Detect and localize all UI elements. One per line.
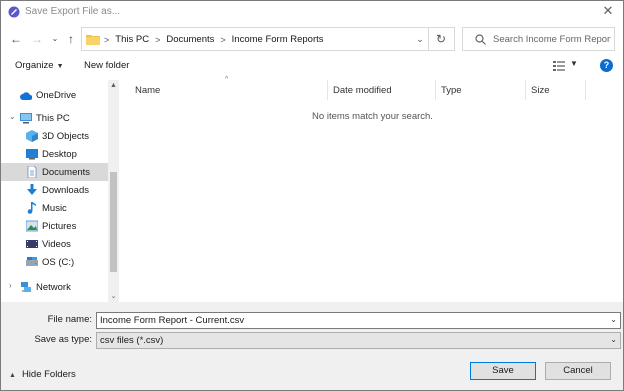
- sidebar-item-label: Network: [36, 282, 71, 293]
- sidebar-item-downloads[interactable]: Downloads: [1, 181, 108, 199]
- sidebar-item-label: Documents: [42, 167, 91, 178]
- sort-ascending-icon: ^: [225, 76, 229, 83]
- sidebar-item-label: OneDrive: [36, 90, 77, 101]
- save-form: File name: ⌄ Save as type: csv files (*.…: [1, 302, 623, 390]
- sidebar-item-label: Downloads: [42, 185, 89, 196]
- file-name-field[interactable]: [100, 314, 600, 327]
- empty-message: No items match your search.: [312, 111, 433, 122]
- sidebar-item-os-c[interactable]: OS (C:): [1, 253, 108, 271]
- sidebar-item-this-pc[interactable]: ⌄ This PC: [1, 109, 108, 127]
- new-folder-button[interactable]: New folder: [84, 60, 129, 71]
- close-icon[interactable]: ✕: [601, 4, 615, 18]
- sidebar-item-label: Pictures: [42, 221, 77, 232]
- sidebar-item-music[interactable]: Music: [1, 199, 108, 217]
- sidebar-item-pictures[interactable]: Pictures: [1, 217, 108, 235]
- refresh-icon[interactable]: ↻: [428, 28, 453, 50]
- chevron-down-icon[interactable]: ⌄: [414, 33, 426, 45]
- save-as-type-label: Save as type:: [34, 334, 92, 345]
- scroll-up-arrow-icon[interactable]: ▲: [108, 82, 119, 89]
- search-icon: [475, 34, 486, 45]
- save-dialog: Save Export File as... ✕ ← → ⌄ ↑ > This …: [0, 0, 624, 391]
- navigation-bar: ← → ⌄ ↑ > This PC > Documents > Income F…: [1, 27, 623, 53]
- collapse-arrow-icon: ▲: [9, 372, 16, 379]
- network-icon: [21, 282, 31, 292]
- organize-label: Organize: [15, 60, 54, 71]
- app-icon: [8, 6, 20, 18]
- sidebar-item-network[interactable]: › Network: [1, 278, 108, 296]
- cube-icon: [26, 130, 38, 142]
- chevron-down-icon[interactable]: ⌄: [610, 315, 617, 324]
- video-icon: [26, 240, 38, 248]
- back-arrow-icon[interactable]: ←: [9, 32, 23, 46]
- sidebar-item-label: Desktop: [42, 149, 77, 160]
- sidebar-item-onedrive[interactable]: OneDrive: [1, 86, 108, 104]
- view-dropdown-arrow-icon[interactable]: ▼: [570, 59, 578, 68]
- sidebar-item-label: OS (C:): [42, 257, 75, 268]
- column-header-label: Type: [441, 85, 462, 96]
- download-icon: [27, 184, 37, 195]
- help-icon[interactable]: ?: [600, 59, 613, 72]
- chevron-right-icon[interactable]: ›: [9, 281, 12, 290]
- column-header-label: Name: [135, 85, 161, 96]
- desktop-icon: [26, 149, 38, 160]
- command-bar: Organize ▼ New folder ▼ ?: [1, 56, 623, 78]
- column-header-size[interactable]: Size: [526, 80, 586, 100]
- view-options-icon[interactable]: [553, 61, 565, 71]
- chevron-right-icon[interactable]: >: [220, 35, 225, 45]
- cancel-button[interactable]: Cancel: [545, 362, 611, 380]
- column-header-label: Date modified: [333, 85, 392, 96]
- folder-icon: [86, 35, 100, 45]
- column-header-name[interactable]: ^ Name: [122, 76, 328, 100]
- sidebar-scrollbar[interactable]: ▲ ⌄: [108, 80, 119, 302]
- save-as-type-select[interactable]: csv files (*.csv) ⌄: [96, 332, 621, 349]
- sidebar-item-label: Music: [42, 203, 67, 214]
- document-icon: [27, 166, 37, 178]
- column-header-date-modified[interactable]: Date modified: [328, 80, 436, 100]
- sidebar-item-videos[interactable]: Videos: [1, 235, 108, 253]
- sidebar-item-desktop[interactable]: Desktop: [1, 145, 108, 163]
- column-header-label: Size: [531, 85, 550, 96]
- file-list: ^ Name Date modified Type Size No items …: [122, 76, 623, 302]
- sidebar-item-label: This PC: [36, 113, 70, 124]
- window-title: Save Export File as...: [25, 6, 121, 17]
- search-input[interactable]: [493, 32, 611, 47]
- scroll-down-arrow-icon[interactable]: ⌄: [108, 292, 119, 300]
- hide-folders-toggle[interactable]: ▲ Hide Folders: [9, 369, 76, 380]
- dropdown-arrow-icon: ▼: [56, 63, 64, 70]
- sidebar-item-documents[interactable]: Documents: [1, 163, 108, 181]
- music-icon: [27, 202, 36, 214]
- chevron-right-icon[interactable]: >: [155, 35, 160, 45]
- address-bar[interactable]: > This PC > Documents > Income Form Repo…: [81, 27, 455, 51]
- scrollbar-thumb[interactable]: [110, 172, 117, 272]
- recent-locations-chevron-icon[interactable]: ⌄: [48, 32, 62, 46]
- breadcrumb-income-form-reports[interactable]: Income Form Reports: [232, 34, 324, 45]
- file-name-label: File name:: [47, 314, 92, 325]
- drive-icon: [26, 257, 38, 266]
- title-bar: Save Export File as... ✕: [1, 1, 623, 23]
- cloud-icon: [20, 92, 32, 100]
- navigation-pane: OneDrive ⌄ This PC 3D Objects Desktop Do…: [1, 80, 120, 302]
- column-header-type[interactable]: Type: [436, 80, 526, 100]
- chevron-down-icon[interactable]: ⌄: [9, 112, 16, 121]
- save-as-type-value: csv files (*.csv): [100, 335, 164, 346]
- save-button[interactable]: Save: [470, 362, 536, 380]
- breadcrumb-this-pc[interactable]: This PC: [115, 34, 149, 45]
- organize-button[interactable]: Organize ▼: [15, 60, 64, 71]
- search-box[interactable]: [462, 27, 615, 51]
- hide-folders-label: Hide Folders: [21, 369, 76, 380]
- breadcrumb: > This PC > Documents > Income Form Repo…: [104, 34, 324, 45]
- chevron-right-icon[interactable]: >: [104, 35, 109, 45]
- sidebar-item-label: 3D Objects: [42, 131, 89, 142]
- chevron-down-icon: ⌄: [610, 335, 617, 344]
- sidebar-item-3d-objects[interactable]: 3D Objects: [1, 127, 108, 145]
- forward-arrow-icon[interactable]: →: [30, 32, 44, 46]
- sidebar-item-label: Videos: [42, 239, 71, 250]
- breadcrumb-documents[interactable]: Documents: [166, 34, 214, 45]
- computer-icon: [20, 113, 32, 124]
- file-name-combobox[interactable]: ⌄: [96, 312, 621, 329]
- pictures-icon: [26, 220, 38, 232]
- up-arrow-icon[interactable]: ↑: [64, 32, 78, 46]
